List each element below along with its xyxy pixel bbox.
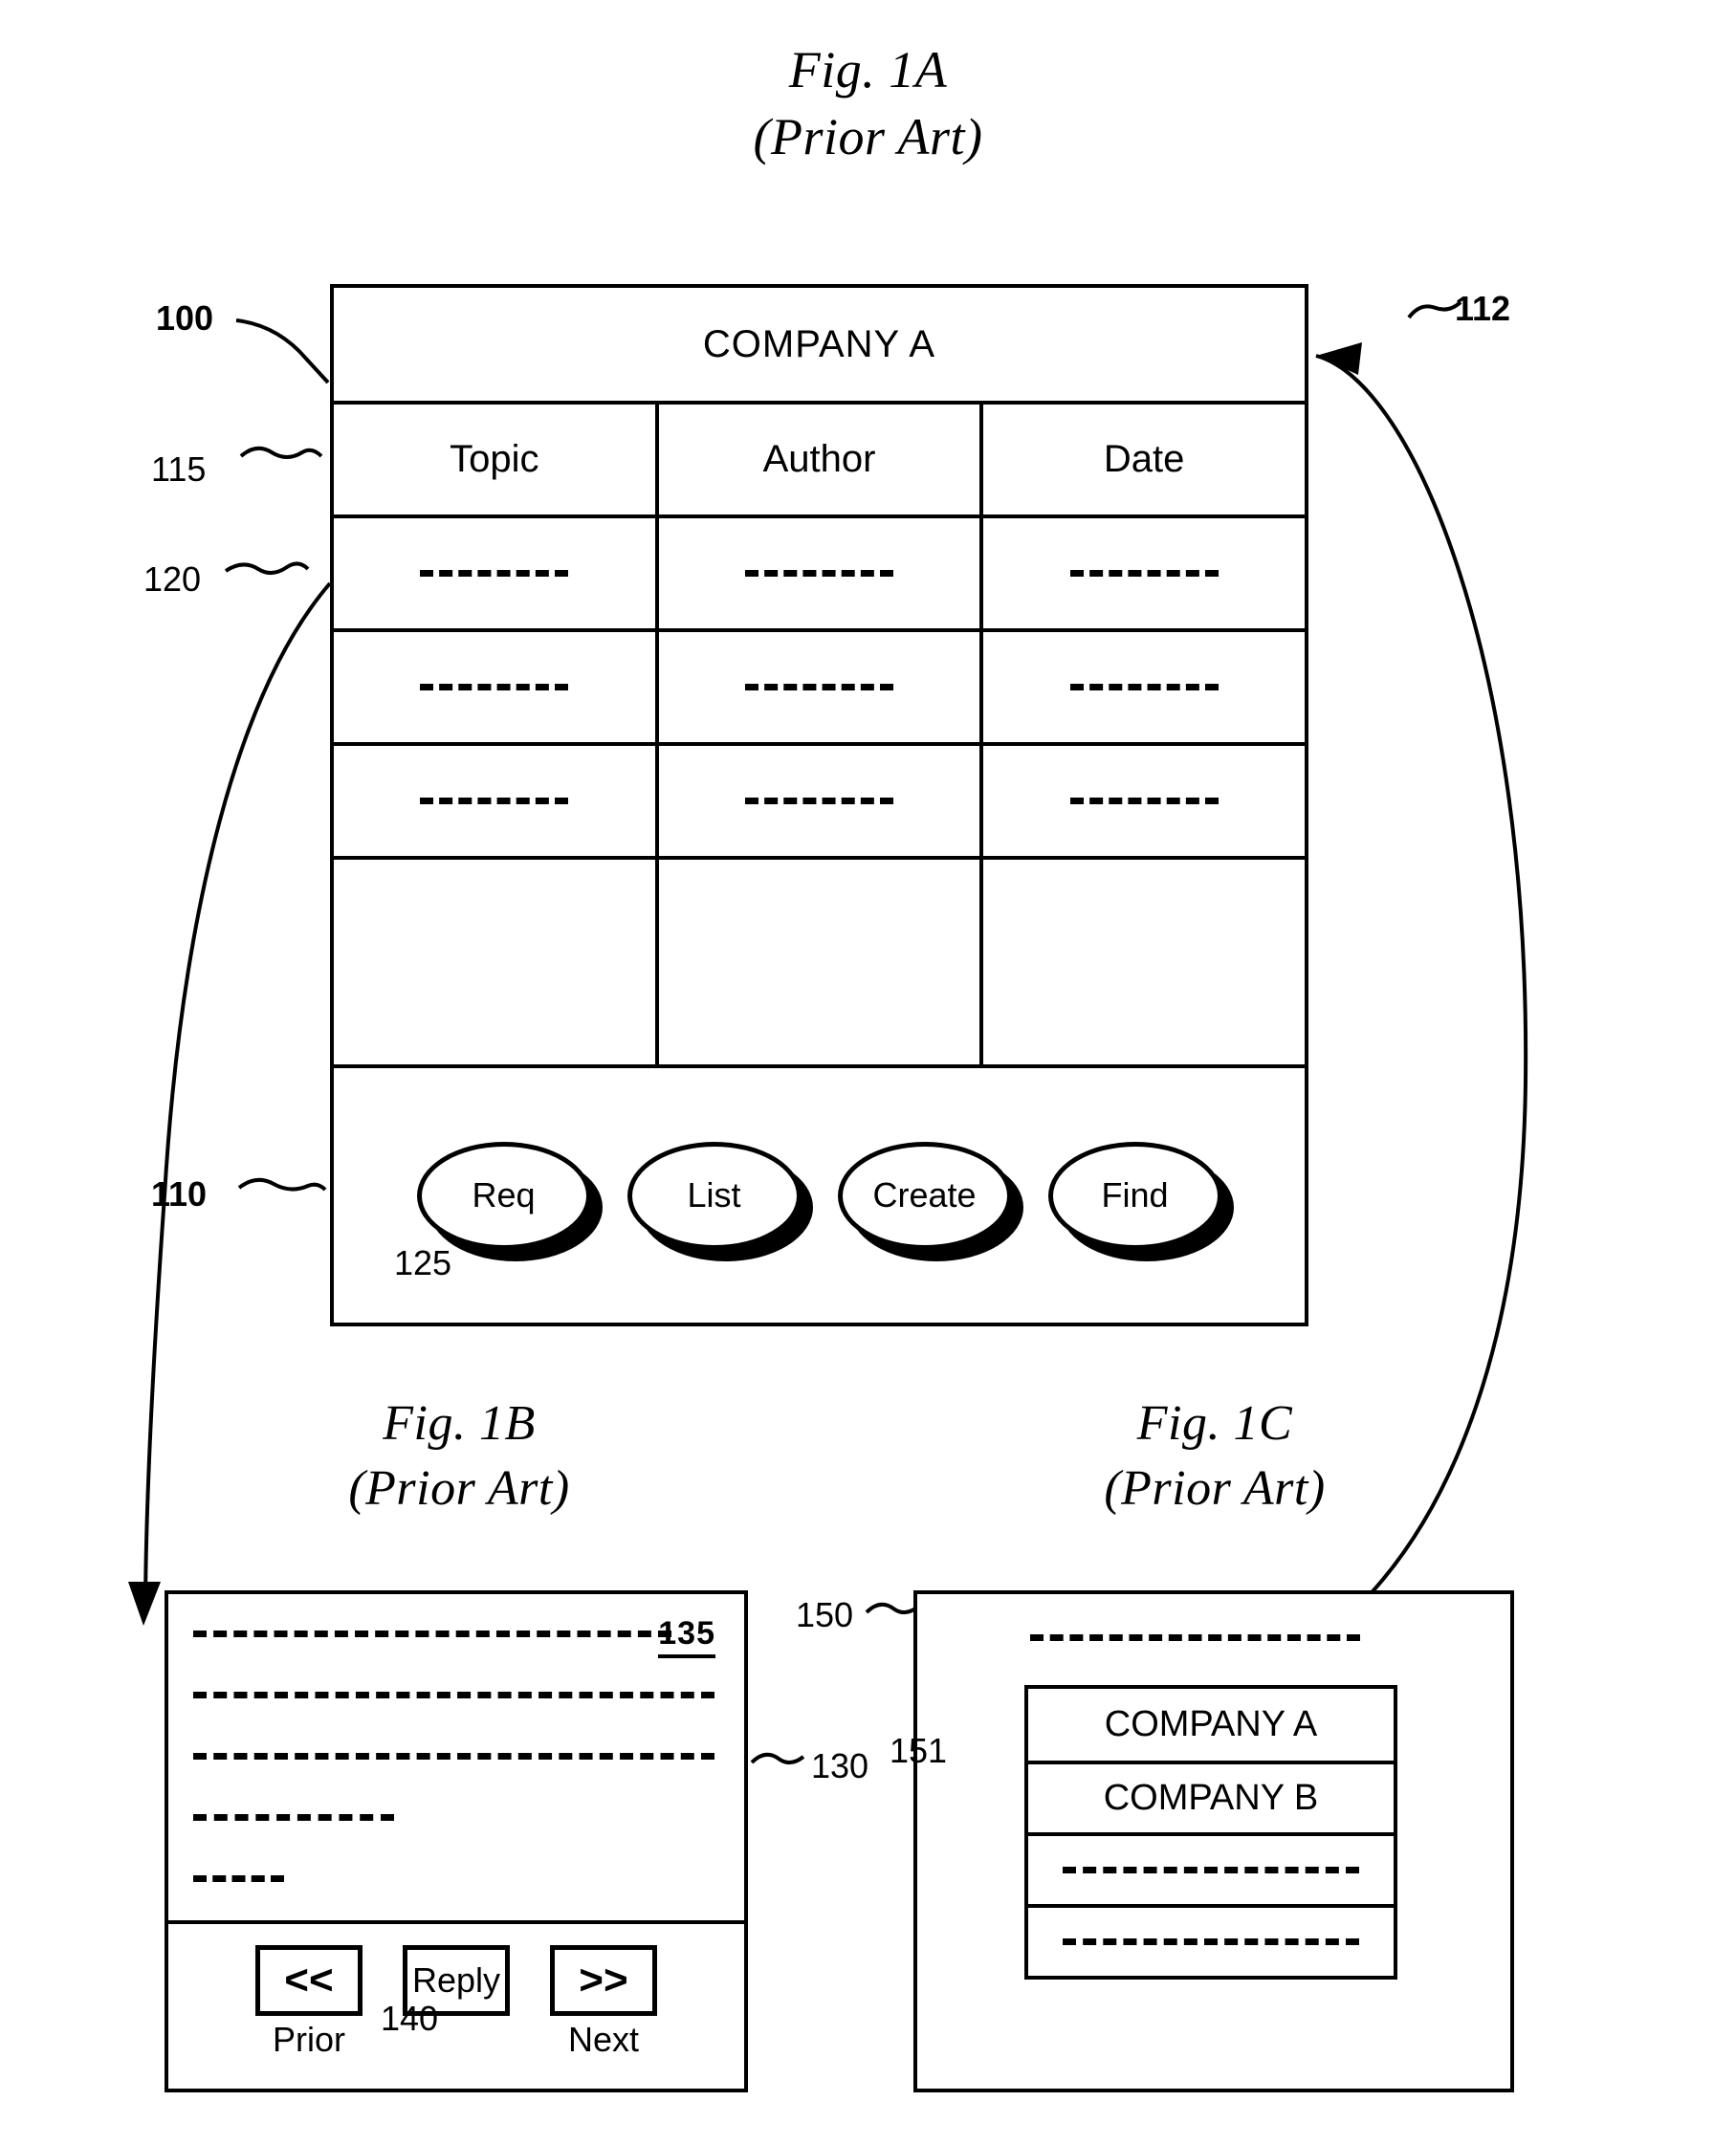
prior-button[interactable]: << [255, 1945, 363, 2016]
figure-1a-title: Fig. 1A [788, 41, 948, 98]
arrowhead-112 [1316, 342, 1362, 375]
fig1c-top-dash [1030, 1634, 1360, 1641]
placeholder-dash [420, 798, 569, 804]
placeholder-dash [1063, 1867, 1359, 1873]
placeholder-dash [745, 684, 893, 690]
placeholder-dash [1069, 798, 1219, 804]
leader-100 [235, 318, 330, 384]
ref-numeral-112: 112 [1455, 289, 1511, 328]
ref-numeral-100: 100 [156, 298, 214, 338]
cell-topic [334, 746, 655, 856]
list-button[interactable]: List [626, 1141, 813, 1261]
column-header-topic[interactable]: Topic [334, 405, 655, 514]
ref-numeral-130: 130 [811, 1746, 869, 1785]
next-button[interactable]: >> [550, 1945, 657, 2016]
ref-numeral-120: 120 [143, 559, 202, 599]
ref-numeral-125: 125 [394, 1243, 452, 1282]
ref-numeral-140: 140 [381, 1999, 439, 2038]
figure-1b-caption: Fig. 1B (Prior Art) [124, 1391, 794, 1521]
placeholder-dash [745, 798, 893, 804]
placeholder-dash [420, 570, 569, 577]
fig1a-company-title: COMPANY A [702, 322, 936, 365]
patent-figure-sheet: Fig. 1A (Prior Art) COMPANY A Topic Auth… [0, 0, 1736, 2145]
cell-date [979, 518, 1305, 628]
fig1a-column-header-row: Topic Author Date [334, 405, 1305, 518]
cell-topic [334, 632, 655, 742]
column-header-date[interactable]: Date [979, 405, 1305, 514]
cell-topic [334, 518, 655, 628]
placeholder-dash [1069, 570, 1219, 577]
leader-110 [237, 1177, 327, 1192]
ref-numeral-150: 150 [796, 1595, 854, 1634]
leader-120 [224, 561, 310, 575]
fig1c-company-list: COMPANY A COMPANY B [1024, 1685, 1397, 1980]
cell-author [654, 518, 980, 628]
list-item-company-a[interactable]: COMPANY A [1028, 1689, 1394, 1761]
cell-date [979, 632, 1305, 742]
next-button-group[interactable]: >> Next [550, 1945, 657, 2060]
table-row[interactable] [334, 518, 1305, 632]
table-row[interactable] [334, 632, 1305, 746]
leader-112 [1407, 300, 1462, 319]
list-button-label[interactable]: List [626, 1141, 802, 1250]
placeholder-dash [420, 684, 569, 690]
cell-date-empty [979, 860, 1305, 1064]
message-line [193, 1631, 671, 1637]
prior-button-group[interactable]: << Prior [255, 1945, 363, 2060]
fig1b-button-bar: << Prior Reply >> Next [168, 1924, 744, 2089]
table-empty-row [334, 860, 1305, 1068]
cell-author [654, 632, 980, 742]
message-line [193, 1692, 714, 1698]
column-header-author[interactable]: Author [654, 405, 980, 514]
placeholder-dash [745, 570, 893, 577]
find-button[interactable]: Find [1047, 1141, 1234, 1261]
fig1b-message-body: 135 [168, 1594, 744, 1924]
next-button-label: Next [567, 2020, 640, 2059]
req-button[interactable]: Req [416, 1141, 603, 1261]
fig1b-message-window: 135 << Prior Reply >> Next [165, 1590, 748, 2092]
cell-author-empty [654, 860, 980, 1064]
fig1c-company-list-window: COMPANY A COMPANY B [913, 1590, 1514, 2092]
figure-1a-subtitle: (Prior Art) [753, 108, 983, 166]
list-item[interactable] [1028, 1832, 1394, 1904]
list-item-company-b[interactable]: COMPANY B [1028, 1761, 1394, 1832]
cell-date [979, 746, 1305, 856]
leader-130 [750, 1752, 805, 1764]
figure-1c-caption: Fig. 1C (Prior Art) [918, 1391, 1511, 1521]
req-button-label[interactable]: Req [416, 1141, 591, 1250]
leader-115 [239, 446, 323, 459]
table-row[interactable] [334, 746, 1305, 860]
create-button-label[interactable]: Create [837, 1141, 1012, 1250]
list-item[interactable] [1028, 1904, 1394, 1976]
arrowhead-120 [128, 1582, 161, 1626]
fig1a-title-bar: COMPANY A [334, 288, 1305, 405]
message-line [193, 1814, 394, 1821]
message-ref-135: 135 [658, 1615, 715, 1658]
placeholder-dash [1069, 684, 1219, 690]
figure-1c-title: Fig. 1C [1136, 1396, 1293, 1451]
find-button-label[interactable]: Find [1047, 1141, 1222, 1250]
cell-author [654, 746, 980, 856]
create-button[interactable]: Create [837, 1141, 1023, 1261]
ref-numeral-115: 115 [151, 449, 207, 489]
prior-button-label: Prior [272, 2020, 345, 2059]
figure-1b-subtitle: (Prior Art) [348, 1460, 570, 1516]
placeholder-dash [1063, 1938, 1359, 1945]
cell-topic-empty [334, 860, 655, 1064]
figure-1c-subtitle: (Prior Art) [1104, 1460, 1326, 1516]
message-line [193, 1753, 714, 1760]
fig1a-button-bar: Req List Create Find [334, 1068, 1305, 1323]
ref-numeral-110: 110 [151, 1174, 208, 1214]
leader-150 [865, 1602, 920, 1614]
message-line [193, 1875, 284, 1882]
figure-1a-caption: Fig. 1A (Prior Art) [0, 36, 1736, 170]
figure-1b-title: Fig. 1B [383, 1396, 536, 1451]
ref-numeral-151: 151 [890, 1731, 948, 1770]
fig1a-application-window: COMPANY A Topic Author Date Req List Cre… [330, 284, 1308, 1326]
